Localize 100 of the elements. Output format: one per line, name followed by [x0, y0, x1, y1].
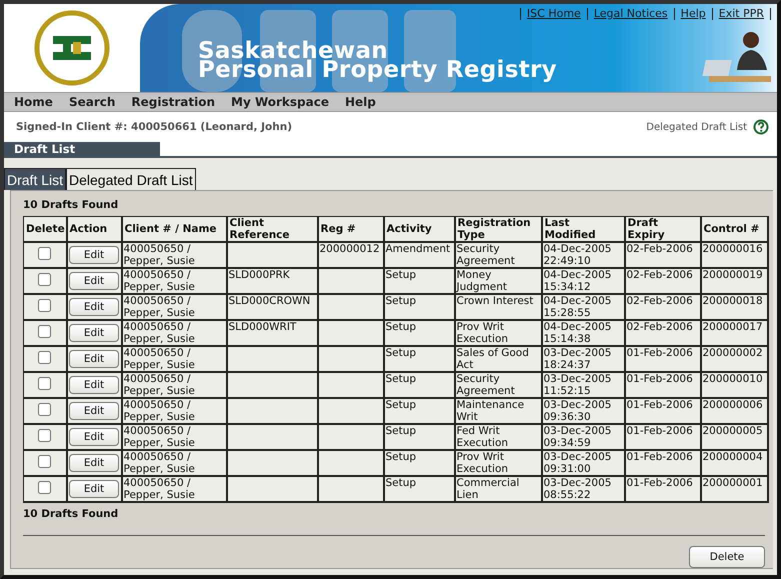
help-icon[interactable] [753, 119, 769, 135]
table-cell: SLD000PRK [226, 268, 318, 294]
table-cell: Prov Writ Execution [454, 320, 542, 346]
table-cell: 03-Dec-2005 09:36:30 [542, 398, 624, 424]
delete-checkbox[interactable] [38, 403, 52, 416]
table-cell: Setup [384, 476, 454, 502]
table-cell: 03-Dec-2005 09:34:59 [542, 424, 624, 450]
delete-checkbox[interactable] [38, 481, 52, 494]
banner-title: Saskatchewan [198, 42, 388, 61]
column-header: Action [66, 216, 122, 242]
table-cell: 03-Dec-2005 11:52:15 [542, 372, 624, 398]
table-cell: Setup [384, 320, 454, 346]
table-cell: 400050650 / Pepper, Susie [122, 398, 226, 424]
table-cell: 400050650 / Pepper, Susie [122, 476, 226, 502]
delegated-draft-link[interactable]: Delegated Draft List [646, 122, 747, 132]
table-cell: Setup [384, 372, 454, 398]
table-cell: 400050650 / Pepper, Susie [122, 346, 226, 372]
edit-button[interactable]: Edit [69, 480, 119, 498]
table-cell: 02-Feb-2006 [624, 268, 700, 294]
header-link[interactable]: Legal Notices [586, 8, 674, 20]
column-header: Activity [384, 216, 454, 242]
delete-checkbox[interactable] [38, 455, 52, 468]
delete-checkbox[interactable] [38, 273, 52, 286]
delete-checkbox[interactable] [38, 351, 52, 364]
edit-button[interactable]: Edit [69, 272, 119, 290]
table-cell: 400050650 / Pepper, Susie [122, 268, 226, 294]
edit-button[interactable]: Edit [69, 454, 119, 472]
table-cell: 200000002 [700, 346, 768, 372]
table-cell: 400050650 / Pepper, Susie [122, 294, 226, 320]
table-cell: Setup [384, 450, 454, 476]
delete-checkbox[interactable] [38, 299, 52, 312]
menu-item[interactable]: My Workspace [231, 95, 329, 109]
tab[interactable]: Delegated Draft List [66, 168, 196, 190]
table-cell: Fed Writ Execution [454, 424, 542, 450]
table-cell: 200000006 [700, 398, 768, 424]
signed-in-client: Signed-In Client #: 400050661 (Leonard, John) [16, 121, 292, 133]
table-cell: Maintenance Writ [454, 398, 542, 424]
table-cell: 01-Feb-2006 [624, 424, 700, 450]
header-link[interactable]: ISC Home [520, 8, 587, 20]
column-header: Last Modified [542, 216, 624, 242]
tab[interactable]: Draft List [4, 168, 66, 190]
menu-item[interactable]: Help [345, 95, 376, 109]
table-cell: Amendment [384, 242, 454, 268]
delete-checkbox[interactable] [38, 247, 52, 260]
table-cell: 03-Dec-2005 08:55:22 [542, 476, 624, 502]
table-cell: 200000005 [700, 424, 768, 450]
menu-item[interactable]: Registration [131, 95, 216, 109]
table-cell: SLD000CROWN [226, 294, 318, 320]
edit-button[interactable]: Edit [69, 402, 119, 420]
delete-checkbox[interactable] [38, 377, 52, 390]
table-cell: Prov Writ Execution [454, 450, 542, 476]
drafts-count: 10 Drafts Found [23, 508, 120, 520]
table-cell: Setup [384, 268, 454, 294]
column-header: Delete [24, 216, 66, 242]
table-cell: 400050650 / Pepper, Susie [122, 372, 226, 398]
table-cell: 400050650 / Pepper, Susie [122, 424, 226, 450]
table-cell: 200000019 [700, 268, 768, 294]
table-cell: Money Judgment [454, 268, 542, 294]
table-cell: 04-Dec-2005 15:28:55 [542, 294, 624, 320]
table-cell: 200000010 [700, 372, 768, 398]
table-cell: 200000016 [700, 242, 768, 268]
table-cell: 01-Feb-2006 [624, 346, 700, 372]
delete-button[interactable]: Delete [689, 546, 765, 568]
table-cell: 01-Feb-2006 [624, 476, 700, 502]
drafts-count: 10 Drafts Found [23, 199, 120, 211]
menu-item[interactable]: Home [14, 95, 53, 109]
table-cell: 03-Dec-2005 18:24:37 [542, 346, 624, 372]
edit-button[interactable]: Edit [69, 324, 119, 342]
table-cell: SLD000WRIT [226, 320, 318, 346]
edit-button[interactable]: Edit [69, 298, 119, 316]
table-cell: Sales of Good Act [454, 346, 542, 372]
table-cell: 400050650 / Pepper, Susie [122, 320, 226, 346]
table-cell: 200000017 [700, 320, 768, 346]
column-header: Reg # [318, 216, 384, 242]
column-header: Draft Expiry [624, 216, 700, 242]
table-cell: 400050650 / Pepper, Susie [122, 450, 226, 476]
table-cell: 01-Feb-2006 [624, 398, 700, 424]
edit-button[interactable]: Edit [69, 428, 119, 446]
delete-checkbox[interactable] [38, 429, 52, 442]
table-cell: 200000001 [700, 476, 768, 502]
edit-button[interactable]: Edit [69, 376, 119, 394]
table-cell: 200000012 [318, 242, 384, 268]
table-cell: 02-Feb-2006 [624, 294, 700, 320]
column-header: Control # [700, 216, 768, 242]
logo-icon [33, 9, 111, 87]
edit-button[interactable]: Edit [69, 246, 119, 264]
delete-checkbox[interactable] [38, 325, 52, 338]
header-link[interactable]: Exit PPR [712, 8, 771, 20]
table-cell: 01-Feb-2006 [624, 450, 700, 476]
table-cell: Security Agreement [454, 242, 542, 268]
edit-button[interactable]: Edit [69, 350, 119, 368]
table-cell: 04-Dec-2005 15:34:12 [542, 268, 624, 294]
menu-item[interactable]: Search [68, 95, 116, 109]
banner-title: Personal Property Registry [198, 61, 557, 80]
table-cell: Setup [384, 346, 454, 372]
table-cell: 01-Feb-2006 [624, 372, 700, 398]
table-cell: 04-Dec-2005 22:49:10 [542, 242, 624, 268]
table-cell: Setup [384, 294, 454, 320]
header-link[interactable]: Help [674, 8, 712, 20]
table-cell: 200000018 [700, 294, 768, 320]
